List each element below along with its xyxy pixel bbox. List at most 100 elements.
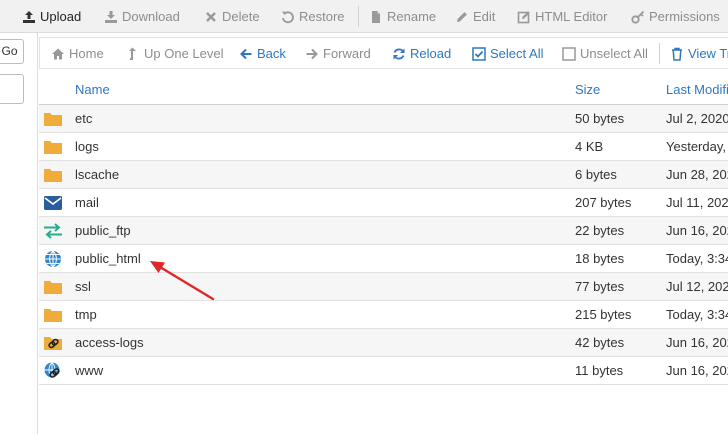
navigation-bar: Home Up One Level Back Forward Reload Se… [39,37,728,69]
rename-button[interactable]: Rename [369,0,436,32]
globe-link-icon [44,362,60,378]
select-all-button[interactable]: Select All [472,38,544,68]
file-modified: Jun 16, 202 [666,335,728,350]
download-label: Download [122,9,180,24]
html-editor-button[interactable]: HTML Editor [517,0,608,32]
file-name: ssl [75,279,91,294]
file-icon [372,10,380,23]
select-all-label: Select All [490,46,544,61]
back-button[interactable]: Back [239,38,286,68]
file-modified: Jul 2, 2020 [666,111,728,126]
file-size: 11 bytes [575,363,624,378]
file-size: 18 bytes [575,251,625,266]
file-name: public_ftp [75,223,131,238]
folder-icon [44,281,62,294]
upload-button[interactable]: Upload [22,0,82,32]
mail-icon [44,196,62,210]
table-row[interactable]: etc 50 bytes Jul 2, 2020 [39,105,728,133]
file-toolbar: Upload Download Delete Restore Rename Ed… [0,0,728,33]
delete-label: Delete [222,9,260,24]
home-button[interactable]: Home [51,38,104,68]
reload-icon [393,48,405,59]
delete-button[interactable]: Delete [204,0,260,32]
file-size: 215 bytes [575,307,632,322]
home-label: Home [69,46,104,61]
file-size: 77 bytes [575,279,625,294]
file-name: etc [75,111,93,126]
table-row[interactable]: public_html 18 bytes Today, 3:34 [39,245,728,273]
folder-icon [44,141,62,154]
table-row[interactable]: mail 207 bytes Jul 11, 202 [39,189,728,217]
up-one-level-button[interactable]: Up One Level [126,38,224,68]
table-header: Name Size Last Modifi [39,75,728,105]
folder-icon [44,309,62,322]
file-name: logs [75,139,99,154]
file-modified: Today, 3:34 [666,251,728,266]
file-modified: Today, 3:34 [666,307,728,322]
table-row[interactable]: www 11 bytes Jun 16, 202 [39,357,728,385]
file-size: 4 KB [575,139,604,154]
go-button[interactable]: Go [0,39,24,64]
file-size: 22 bytes [575,223,625,238]
file-size: 42 bytes [575,335,625,350]
upload-label: Upload [40,9,82,24]
table-row[interactable]: logs 4 KB Yesterday, [39,133,728,161]
table-row[interactable]: lscache 6 bytes Jun 28, 202 [39,161,728,189]
restore-label: Restore [299,9,345,24]
up-one-level-label: Up One Level [144,46,224,61]
file-size: 50 bytes [575,111,625,126]
ftp-arrows-icon [44,223,62,239]
file-name: public_html [75,251,141,266]
directory-tree-box[interactable] [0,74,24,104]
restore-button[interactable]: Restore [281,0,345,32]
table-row[interactable]: public_ftp 22 bytes Jun 16, 202 [39,217,728,245]
unselect-all-label: Unselect All [580,46,648,61]
home-icon [52,48,64,59]
table-row[interactable]: access-logs 42 bytes Jun 16, 202 [39,329,728,357]
file-size: 6 bytes [575,167,617,182]
table-row[interactable]: tmp 215 bytes Today, 3:34 [39,301,728,329]
edit-square-icon [517,10,530,23]
column-header-last-modified[interactable]: Last Modifi [666,75,728,105]
file-table: Name Size Last Modifi etc 50 bytes Jul 2… [39,75,728,385]
edit-label: Edit [473,9,496,24]
view-trash-button[interactable]: View Tr [670,38,728,68]
unselect-all-button[interactable]: Unselect All [562,38,648,68]
arrow-left-icon [240,48,252,59]
folder-link-icon [44,337,62,350]
file-name: access-logs [75,335,144,350]
permissions-label: Permissions [649,9,720,24]
restore-icon [282,10,294,23]
checkbox-checked-icon [472,46,486,61]
trash-icon [672,47,682,61]
column-header-name[interactable]: Name [75,75,110,105]
edit-button[interactable]: Edit [455,0,496,32]
close-x-icon [206,11,216,22]
download-button[interactable]: Download [104,0,180,32]
file-name: www [75,363,104,378]
forward-button[interactable]: Forward [305,38,371,68]
download-icon [105,10,117,23]
file-modified: Jul 11, 202 [666,195,728,210]
left-panel: Go [0,33,38,434]
html-editor-label: HTML Editor [535,9,608,24]
permissions-button[interactable]: Permissions [631,0,720,32]
checkbox-empty-icon [562,46,576,61]
forward-label: Forward [323,46,371,61]
folder-icon [44,113,62,126]
level-up-icon [129,47,136,60]
back-label: Back [257,46,286,61]
file-size: 207 bytes [575,195,632,210]
reload-label: Reload [410,46,452,61]
column-header-size[interactable]: Size [575,75,600,105]
file-name: tmp [75,307,97,322]
table-row[interactable]: ssl 77 bytes Jul 12, 202 [39,273,728,301]
arrow-right-icon [306,48,318,59]
key-icon [631,10,645,24]
file-modified: Jun 28, 202 [666,167,728,182]
reload-button[interactable]: Reload [392,38,452,68]
file-modified: Jun 16, 202 [666,363,728,378]
nav-divider [659,43,660,64]
view-trash-label: View Tr [688,46,728,61]
file-modified: Jul 12, 202 [666,279,728,294]
